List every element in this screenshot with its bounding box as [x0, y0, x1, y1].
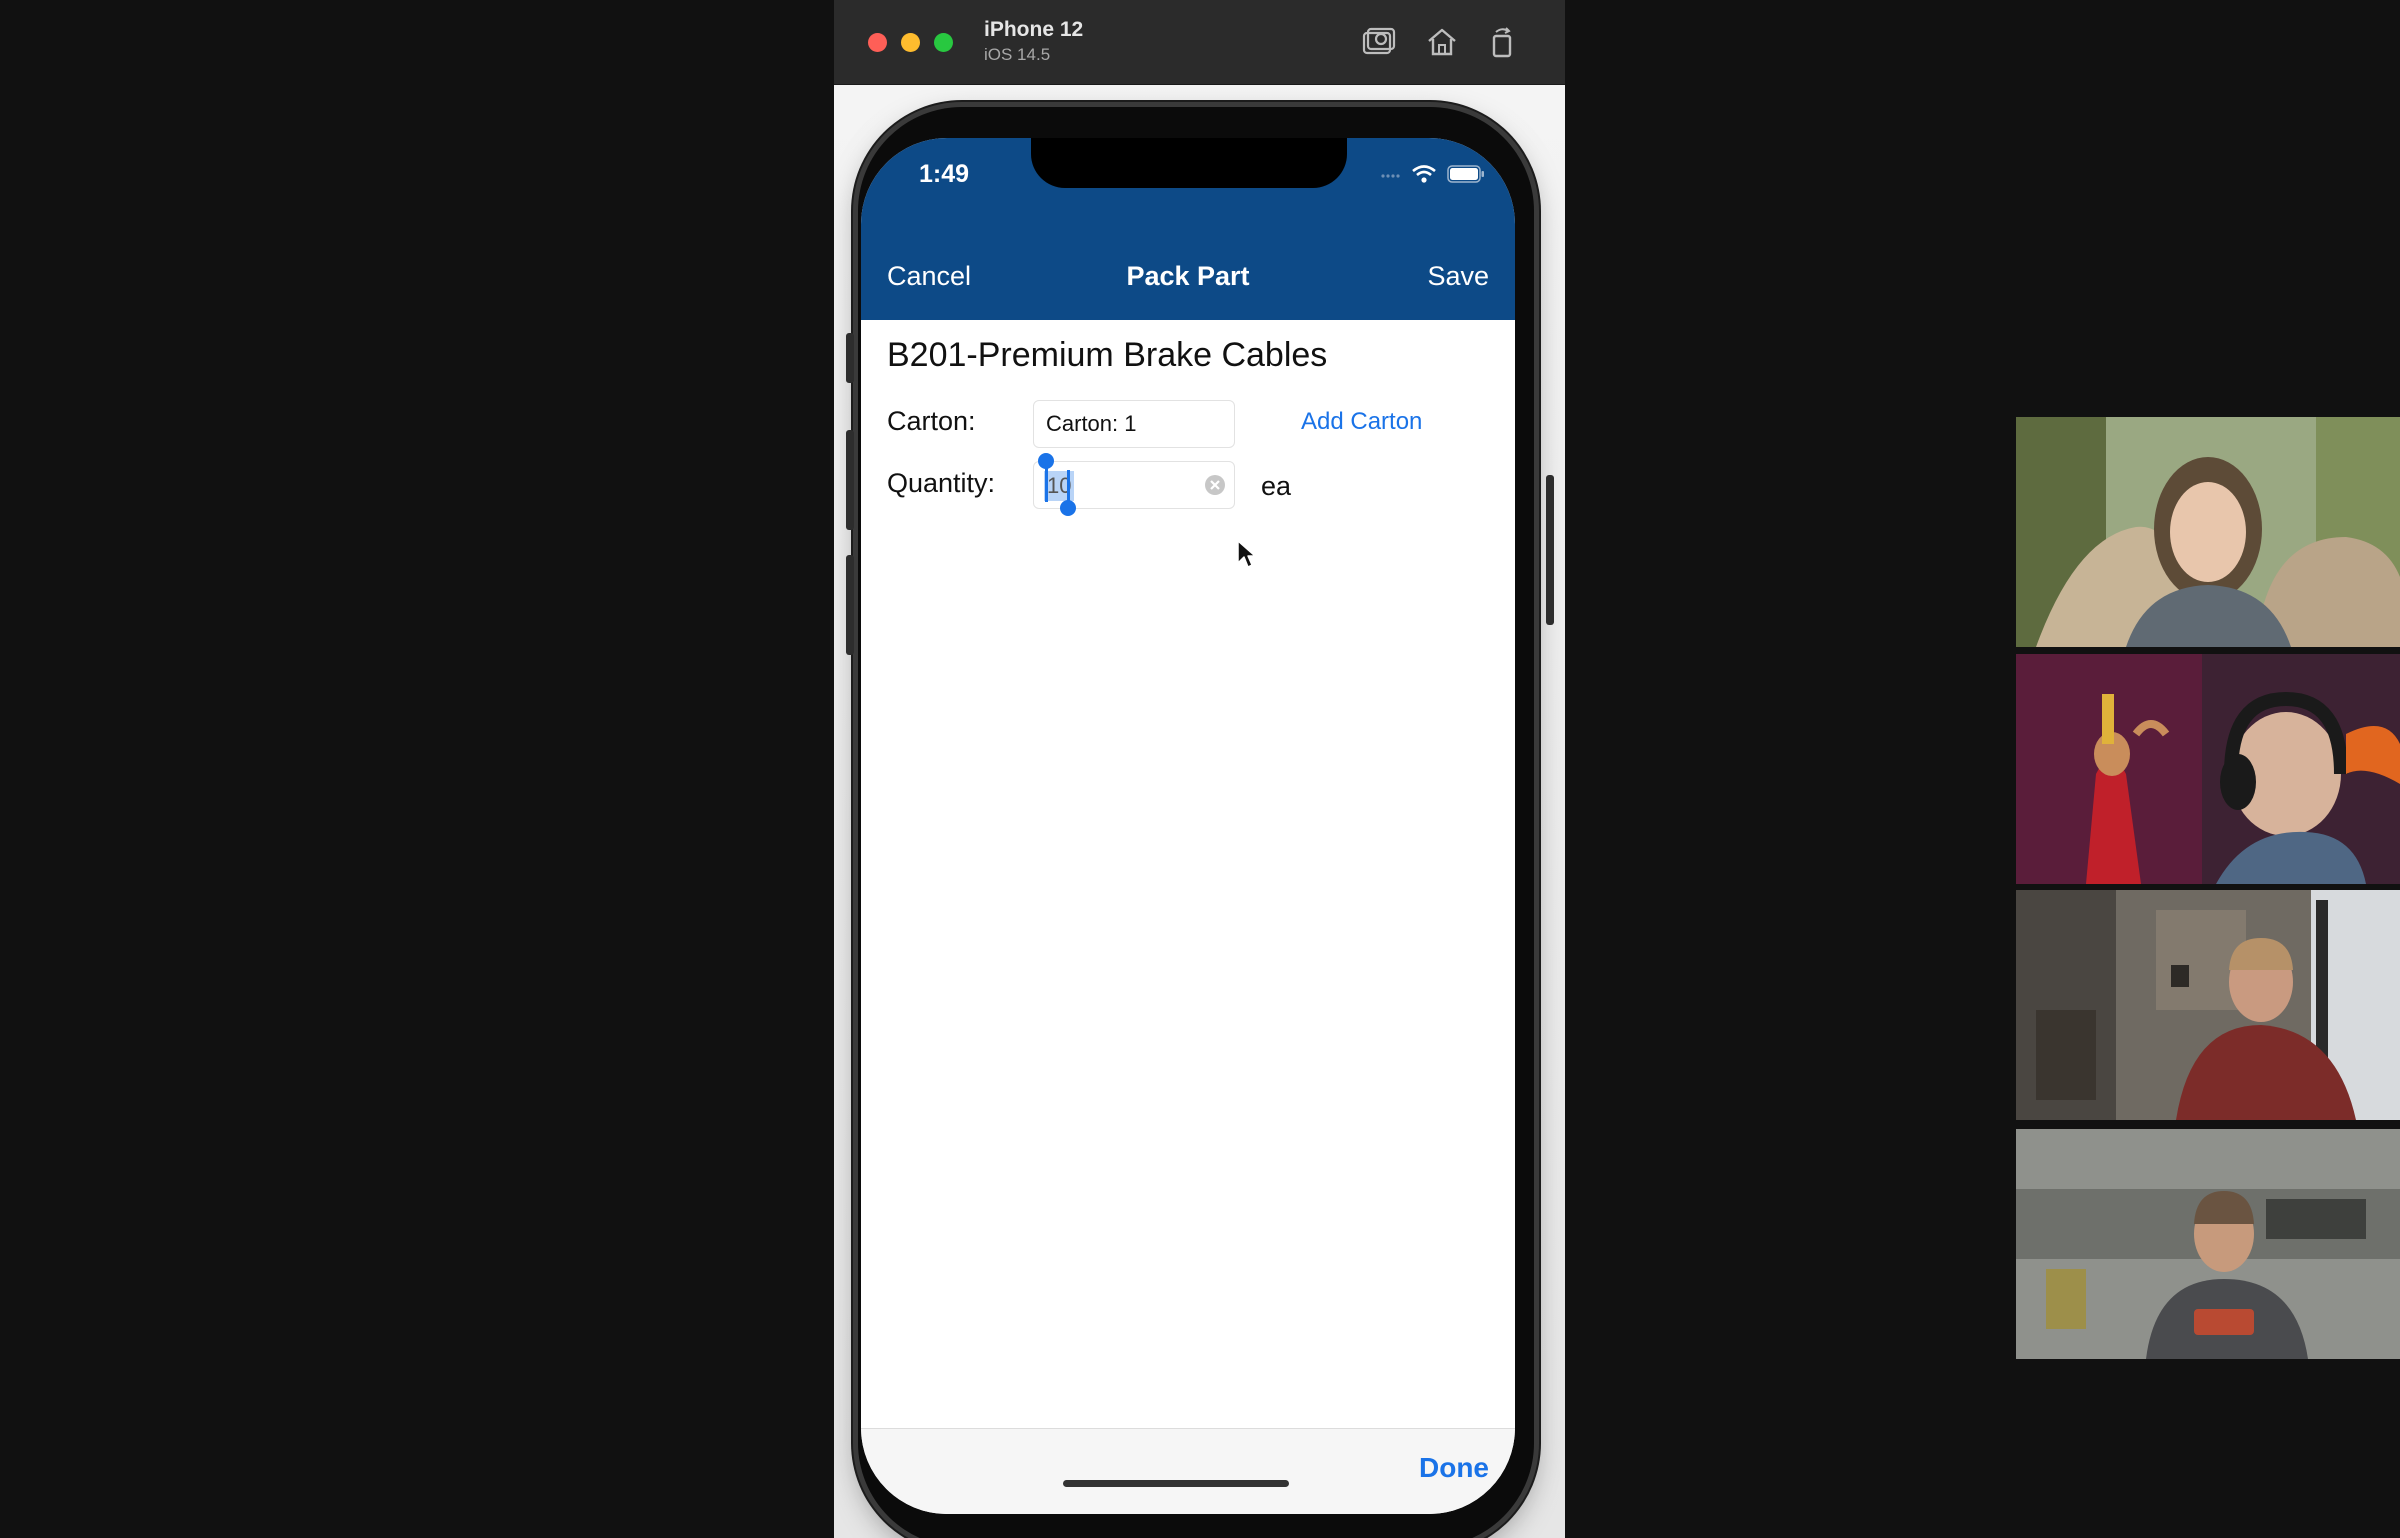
- status-bar: 1:49: [861, 138, 1515, 320]
- volume-up-button: [846, 430, 854, 530]
- page-title: Pack Part: [1126, 261, 1250, 291]
- home-icon[interactable]: [1424, 24, 1460, 60]
- done-button[interactable]: Done: [1419, 1452, 1489, 1484]
- mute-switch: [846, 333, 854, 383]
- video-tile-participant-2[interactable]: [2016, 654, 2400, 884]
- status-time: 1:49: [919, 160, 970, 188]
- selection-end-handle[interactable]: [1060, 500, 1076, 516]
- screenshot-icon[interactable]: [1360, 24, 1396, 60]
- phone-screen: 1:49 Cancel Pack Part Save B201-Premium …: [861, 138, 1515, 1514]
- mouse-pointer-icon: [1237, 540, 1256, 568]
- battery-icon: [1447, 165, 1484, 183]
- notch: [1031, 138, 1347, 188]
- clear-text-icon[interactable]: [1204, 474, 1226, 496]
- zoom-window-button[interactable]: [934, 33, 953, 52]
- status-icons: [1381, 164, 1485, 184]
- quantity-label: Quantity:: [887, 468, 996, 498]
- wifi-icon: [1412, 165, 1436, 183]
- video-tile-participant-1[interactable]: [2016, 417, 2400, 647]
- video-tile-participant-3[interactable]: [2016, 890, 2400, 1120]
- rotate-icon[interactable]: [1484, 24, 1520, 60]
- quantity-field[interactable]: 10: [1033, 453, 1235, 516]
- quantity-unit: ea: [1261, 471, 1292, 501]
- minimize-window-button[interactable]: [901, 33, 920, 52]
- keyboard-accessory-bar: [861, 1428, 1515, 1514]
- simulator-device-name: iPhone 12: [984, 18, 1084, 41]
- simulator-os-version: iOS 14.5: [984, 45, 1051, 64]
- video-tile-participant-4[interactable]: [2016, 1129, 2400, 1359]
- part-title: B201-Premium Brake Cables: [887, 336, 1328, 374]
- home-indicator[interactable]: [1063, 1480, 1289, 1487]
- selection-start-handle[interactable]: [1038, 453, 1054, 469]
- carton-label: Carton:: [887, 406, 976, 436]
- power-button: [1546, 475, 1554, 625]
- participant-3-video: [2016, 890, 2400, 1120]
- participant-1-video: [2016, 417, 2400, 647]
- carton-field[interactable]: Carton: 1: [1033, 400, 1235, 448]
- participant-4-video: [2016, 1129, 2400, 1359]
- add-carton-button[interactable]: Add Carton: [1301, 408, 1422, 436]
- volume-down-button: [846, 555, 854, 655]
- close-window-button[interactable]: [868, 33, 887, 52]
- save-button[interactable]: Save: [1427, 261, 1489, 292]
- simulator-titlebar: iPhone 12 iOS 14.5: [834, 0, 1565, 85]
- participant-2-video: [2016, 654, 2400, 884]
- signal-icon: [1381, 174, 1400, 178]
